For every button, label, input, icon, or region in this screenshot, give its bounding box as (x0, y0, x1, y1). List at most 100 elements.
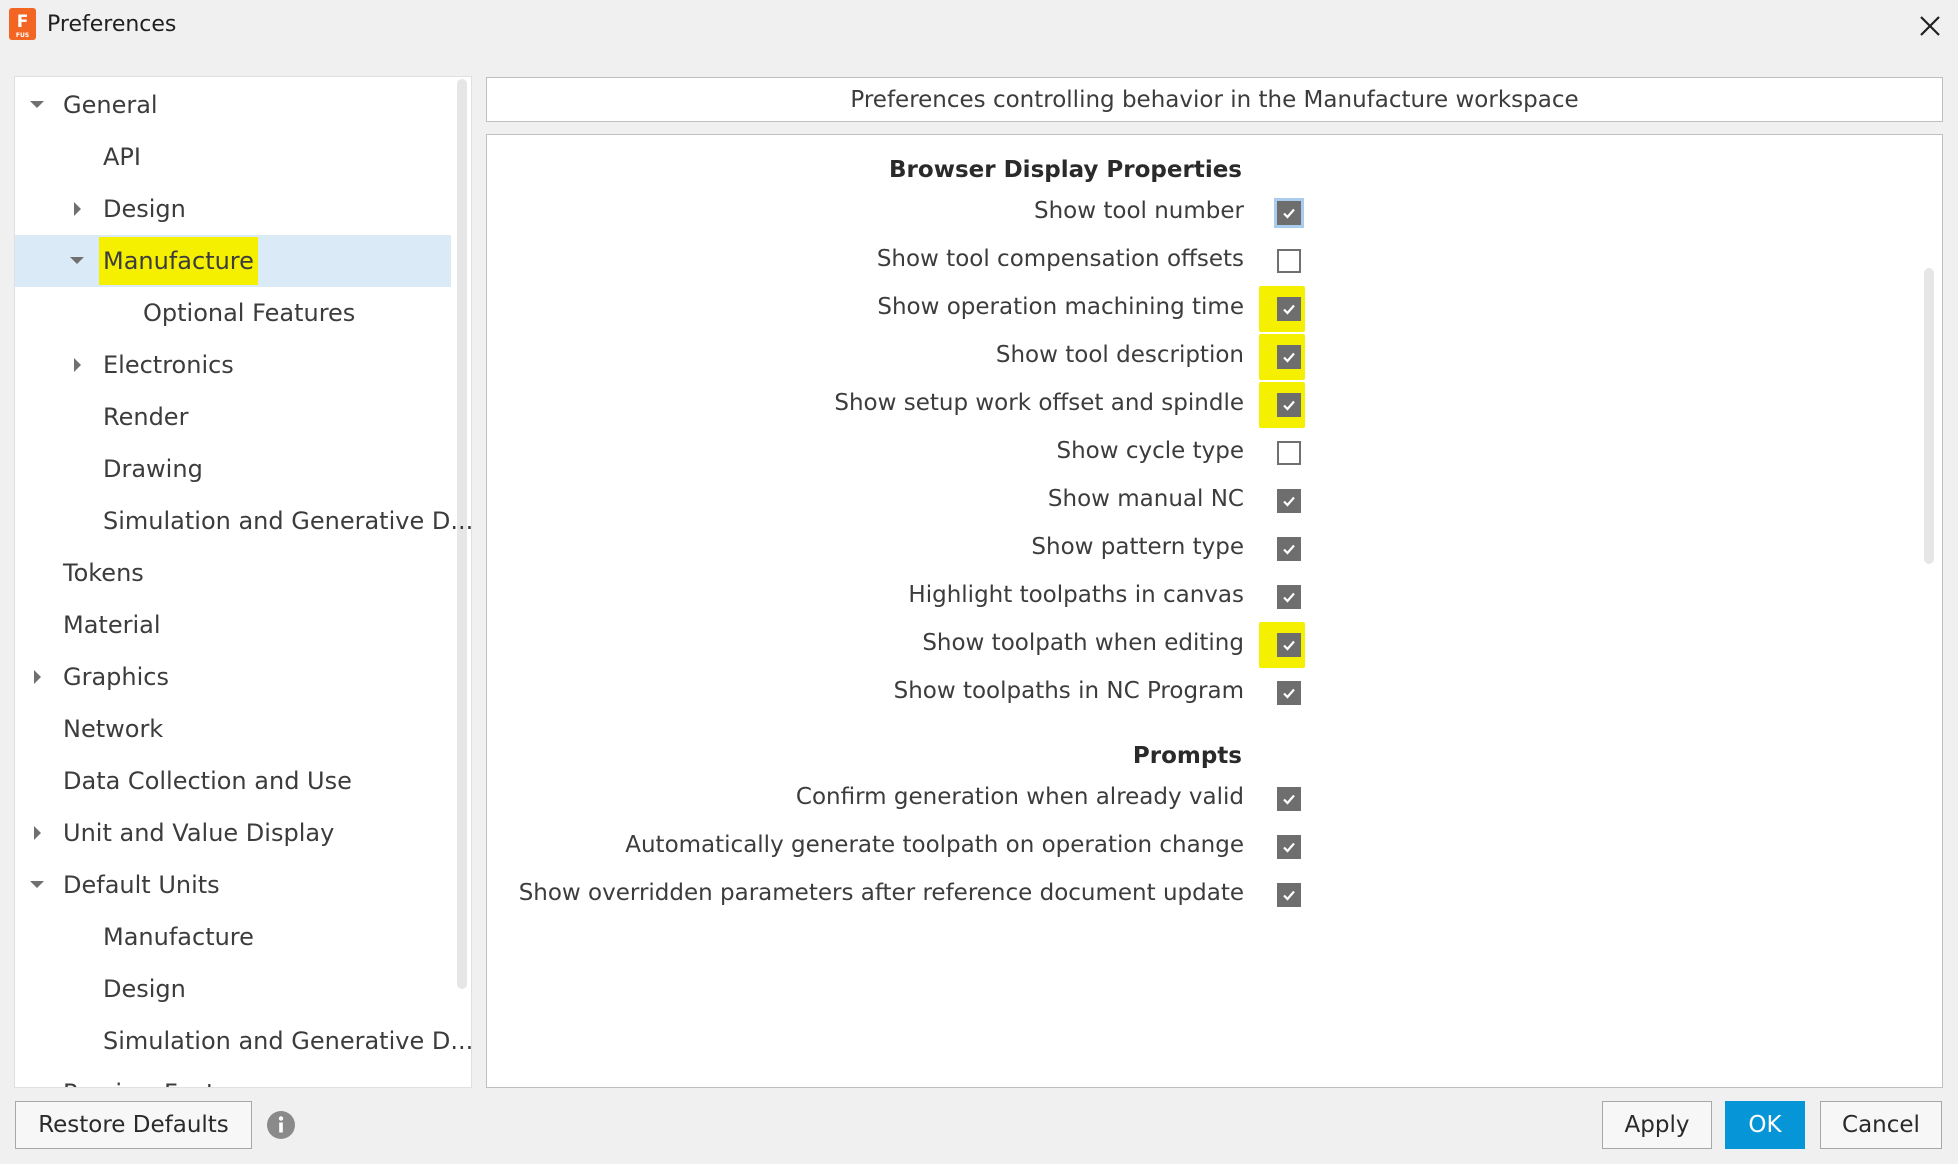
tree-item[interactable]: API (15, 131, 451, 183)
ok-button[interactable]: OK (1725, 1101, 1805, 1149)
option-checkbox[interactable] (1277, 585, 1301, 609)
info-icon[interactable] (266, 1110, 296, 1140)
close-button[interactable] (1912, 8, 1948, 44)
option-checkbox[interactable] (1277, 345, 1301, 369)
option-checkbox[interactable] (1277, 297, 1301, 321)
tree-item[interactable]: Manufacture (15, 235, 451, 287)
section-heading: Prompts (1132, 743, 1242, 769)
tree-item-label: Electronics (103, 351, 234, 379)
option-checkbox[interactable] (1277, 681, 1301, 705)
option-label: Show tool compensation offsets (876, 246, 1244, 272)
tree-item-label: Simulation and Generative D... (103, 507, 472, 535)
option-row: Highlight toolpaths in canvas (487, 573, 1942, 621)
tree-item-label: Drawing (103, 455, 203, 483)
section-heading: Browser Display Properties (889, 157, 1242, 183)
tree-item-label: Manufacture (99, 237, 258, 285)
option-checkbox[interactable] (1277, 441, 1301, 465)
checkmark-icon (1283, 890, 1295, 901)
tree-item-label: Network (63, 715, 164, 743)
checkmark-icon (1283, 794, 1295, 805)
tree-item[interactable]: Simulation and Generative D... (15, 495, 471, 547)
close-icon (1920, 16, 1940, 36)
checkmark-icon (1283, 400, 1295, 411)
option-label: Show overridden parameters after referen… (518, 880, 1244, 906)
tree-item-label: Unit and Value Display (63, 819, 335, 847)
apply-button[interactable]: Apply (1602, 1101, 1712, 1149)
preferences-content: Browser Display Properties Show tool numb… (486, 134, 1943, 1088)
tree-item[interactable]: Graphics (15, 651, 451, 703)
tree-item-label: Preview Features (63, 1078, 267, 1087)
tree-item[interactable]: Drawing (15, 443, 451, 495)
tree-item-label: Render (103, 403, 189, 431)
option-label: Automatically generate toolpath on opera… (625, 832, 1244, 858)
option-row: Show overridden parameters after referen… (487, 871, 1942, 919)
tree-item-label: Data Collection and Use (63, 767, 352, 795)
option-label: Confirm generation when already valid (795, 784, 1244, 810)
option-checkbox[interactable] (1277, 489, 1301, 513)
tree-item[interactable]: Electronics (15, 339, 451, 391)
option-label: Show setup work offset and spindle (834, 390, 1244, 416)
option-checkbox[interactable] (1277, 393, 1301, 417)
option-checkbox[interactable] (1277, 633, 1301, 657)
checkmark-icon (1283, 640, 1295, 651)
option-row: Confirm generation when already valid (487, 775, 1942, 823)
chevron-right-icon[interactable] (27, 823, 47, 843)
option-row: Show setup work offset and spindle (487, 381, 1942, 429)
option-checkbox[interactable] (1277, 835, 1301, 859)
page-description: Preferences controlling behavior in the … (486, 77, 1943, 122)
tree-item[interactable]: Render (15, 391, 451, 443)
restore-defaults-button[interactable]: Restore Defaults (15, 1101, 252, 1149)
window-title: Preferences (47, 12, 177, 37)
page-description-text: Preferences controlling behavior in the … (850, 86, 1579, 113)
option-checkbox[interactable] (1277, 787, 1301, 811)
tree-item-label: Tokens (63, 559, 144, 587)
option-row: Show tool compensation offsets (487, 237, 1942, 285)
option-checkbox[interactable] (1277, 201, 1301, 225)
option-checkbox[interactable] (1277, 537, 1301, 561)
option-label: Show pattern type (1031, 534, 1244, 560)
tree-item[interactable]: Preview Features (15, 1067, 451, 1087)
tree-item[interactable]: Network (15, 703, 451, 755)
tree-item[interactable]: Data Collection and Use (15, 755, 451, 807)
option-label: Show tool description (995, 342, 1244, 368)
checkmark-icon (1283, 688, 1295, 699)
cancel-label: Cancel (1842, 1112, 1920, 1138)
tree-item[interactable]: Tokens (15, 547, 451, 599)
checkmark-icon (1283, 352, 1295, 363)
option-label: Show toolpath when editing (922, 630, 1244, 656)
content-scrollbar[interactable] (1924, 268, 1934, 564)
tree-item[interactable]: Manufacture (15, 911, 451, 963)
chevron-down-icon[interactable] (27, 875, 47, 895)
option-row: Show operation machining time (487, 285, 1942, 333)
preferences-dialog: F FUS Preferences General API Design Manufa… (0, 0, 1958, 1164)
option-row: Show tool number (487, 189, 1942, 237)
option-label: Show tool number (1034, 198, 1244, 224)
cancel-button[interactable]: Cancel (1820, 1101, 1942, 1149)
chevron-right-icon[interactable] (27, 667, 47, 687)
option-checkbox[interactable] (1277, 249, 1301, 273)
tree-item[interactable]: Design (15, 963, 451, 1015)
tree-item[interactable]: Default Units (15, 859, 451, 911)
option-label: Show manual NC (1047, 486, 1244, 512)
option-row: Show pattern type (487, 525, 1942, 573)
tree-item-label: General (63, 91, 158, 119)
option-label: Show operation machining time (877, 294, 1244, 320)
checkmark-icon (1283, 304, 1295, 315)
tree-item[interactable]: Unit and Value Display (15, 807, 451, 859)
tree-item[interactable]: Simulation and Generative D... (15, 1015, 471, 1067)
tree-item[interactable]: Material (15, 599, 451, 651)
chevron-down-icon[interactable] (27, 95, 47, 115)
tree-item-label: Material (63, 611, 161, 639)
tree-item[interactable]: Optional Features (15, 287, 451, 339)
chevron-right-icon[interactable] (67, 355, 87, 375)
tree-item[interactable]: General (15, 79, 451, 131)
chevron-down-icon[interactable] (67, 251, 87, 271)
option-checkbox[interactable] (1277, 883, 1301, 907)
checkmark-icon (1283, 208, 1295, 219)
option-row: Automatically generate toolpath on opera… (487, 823, 1942, 871)
option-row: Show manual NC (487, 477, 1942, 525)
checkmark-icon (1283, 842, 1295, 853)
tree-item[interactable]: Design (15, 183, 451, 235)
chevron-right-icon[interactable] (67, 199, 87, 219)
tree-item-label: Manufacture (103, 923, 254, 951)
